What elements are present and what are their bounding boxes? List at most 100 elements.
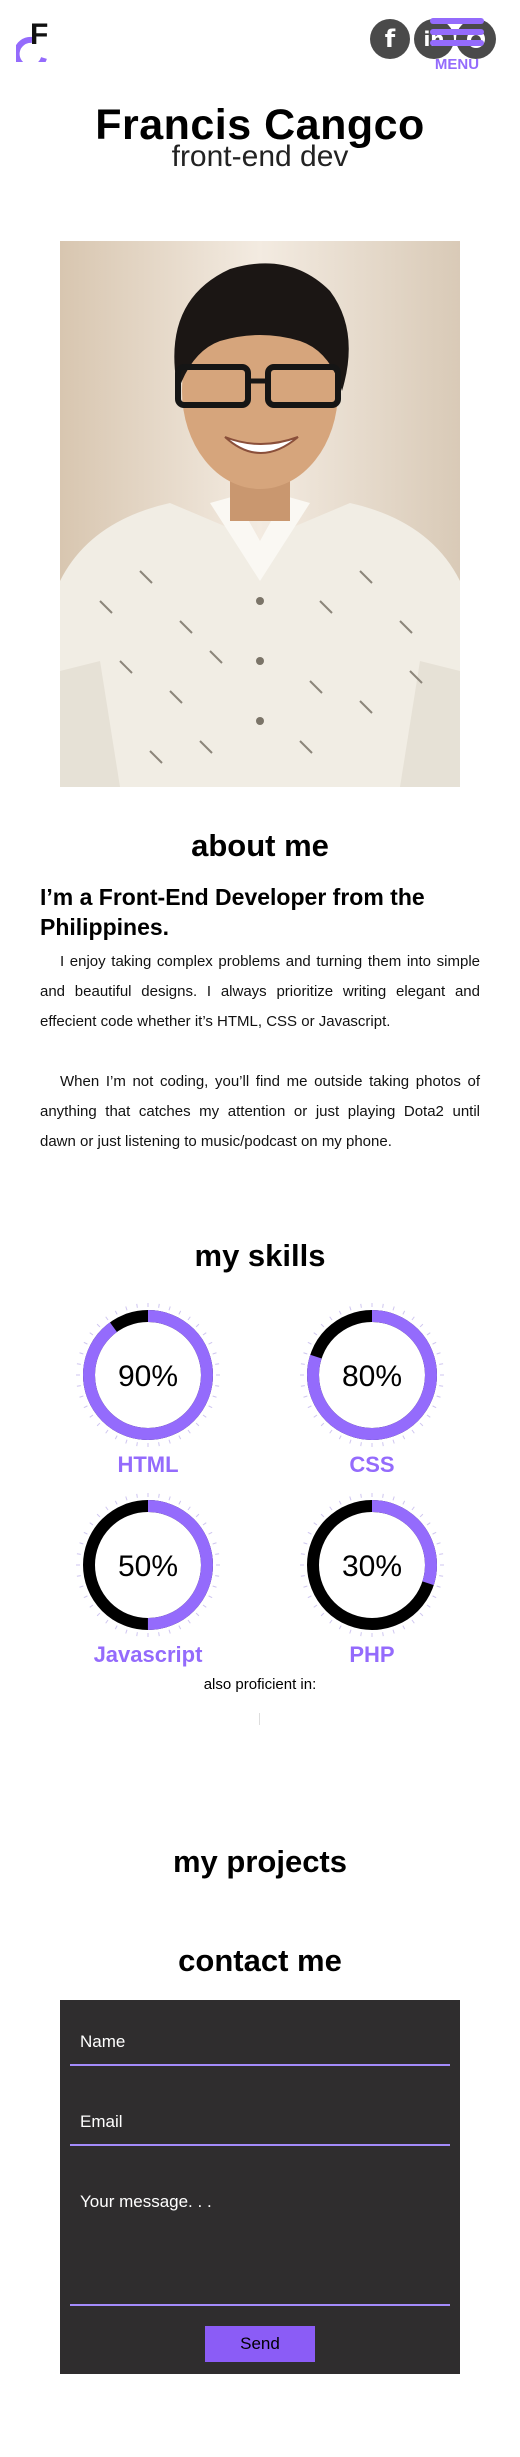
ring-tick (360, 1493, 362, 1498)
ring-tick (329, 1429, 333, 1434)
ring-tick (382, 1303, 384, 1308)
ring-tick (360, 1442, 362, 1447)
fc-logo-icon[interactable]: F (13, 18, 56, 71)
skill-percent: 80% (342, 1360, 402, 1393)
ring-tick (349, 1306, 352, 1311)
ring-tick (136, 1442, 138, 1447)
ring-tick (208, 1531, 213, 1535)
ring-tick (76, 1553, 81, 1555)
facebook-icon[interactable]: f (370, 19, 410, 59)
menu-button[interactable]: MENU (424, 16, 490, 73)
name-field[interactable]: Name (70, 2032, 450, 2066)
ring-tick (168, 1629, 171, 1634)
ring-tick (114, 1435, 118, 1440)
ring-tick (212, 1352, 217, 1355)
ring-tick (300, 1363, 305, 1365)
about-heading: I’m a Front-End Developer from the Phili… (40, 884, 425, 940)
ring-tick (125, 1496, 128, 1501)
ring-tick (187, 1506, 191, 1511)
ring-tick (382, 1632, 384, 1637)
ring-tick (195, 1513, 200, 1518)
ring-tick (426, 1522, 431, 1526)
menu-bar-middle (430, 29, 484, 35)
ring-tick (392, 1496, 395, 1501)
ring-tick (212, 1585, 217, 1588)
ring-tick (96, 1323, 101, 1328)
email-field[interactable]: Email (70, 2112, 450, 2146)
skill-label: CSS (349, 1452, 395, 1477)
ring-tick (187, 1619, 191, 1624)
ring-tick (202, 1414, 207, 1418)
menu-bar-bottom (430, 40, 484, 46)
ring-tick (402, 1310, 406, 1315)
skill-javascript: 50% Javascript (73, 1490, 223, 1668)
ring-tick (303, 1352, 308, 1355)
ring-tick (136, 1493, 138, 1498)
ring-tick (439, 1553, 444, 1555)
ring-tick (426, 1604, 431, 1608)
ring-tick (329, 1619, 333, 1624)
ring-tick (307, 1595, 312, 1599)
ring-tick (187, 1316, 191, 1321)
ring-tick (432, 1341, 437, 1345)
ring-tick (105, 1316, 109, 1321)
message-field[interactable]: Your message. . . (70, 2192, 450, 2306)
ring-tick (436, 1352, 441, 1355)
ring-tick (320, 1513, 325, 1518)
ring-tick (195, 1422, 200, 1427)
ring-tick (136, 1303, 138, 1308)
ring-tick (419, 1422, 424, 1427)
ring-tick (307, 1531, 312, 1535)
ring-tick (114, 1500, 118, 1505)
svg-text:F: F (30, 18, 48, 51)
ring-tick (436, 1395, 441, 1398)
ring-tick (83, 1405, 88, 1409)
ring-tick (215, 1553, 220, 1555)
menu-label: MENU (434, 56, 480, 73)
skill-percent: 30% (342, 1550, 402, 1583)
ring-tick (349, 1629, 352, 1634)
ring-tick (158, 1632, 160, 1637)
ring-tick (349, 1439, 352, 1444)
ring-tick (392, 1439, 395, 1444)
ring-tick (436, 1542, 441, 1545)
ring-tick (360, 1632, 362, 1637)
ring-tick (303, 1585, 308, 1588)
ring-tick (329, 1316, 333, 1321)
skill-label: PHP (349, 1642, 395, 1667)
skill-css: 80% CSS (297, 1300, 447, 1478)
skill-percent: 50% (118, 1550, 178, 1583)
ring-tick (158, 1493, 160, 1498)
ring-tick (212, 1542, 217, 1545)
ring-tick (178, 1500, 182, 1505)
contact-title: contact me (178, 1943, 342, 1978)
ring-tick (436, 1585, 441, 1588)
skill-php: 30% PHP (297, 1490, 447, 1668)
about-paragraph: When I’m not coding, you’ll find me outs… (40, 1073, 480, 1150)
skill-ring: 90% (76, 1303, 220, 1447)
ring-tick (411, 1619, 415, 1624)
ring-tick (338, 1625, 342, 1630)
ring-tick (300, 1575, 305, 1577)
skill-label: Javascript (93, 1642, 203, 1667)
ring-tick (426, 1414, 431, 1418)
ring-tick (215, 1363, 220, 1365)
ring-tick (320, 1422, 325, 1427)
projects-title: my projects (172, 1844, 347, 1879)
ring-tick (125, 1306, 128, 1311)
ring-tick (195, 1612, 200, 1617)
ring-tick (125, 1439, 128, 1444)
ring-tick (338, 1435, 342, 1440)
ring-tick (419, 1612, 424, 1617)
ring-tick (96, 1612, 101, 1617)
ring-tick (307, 1405, 312, 1409)
ring-tick (392, 1629, 395, 1634)
about-paragraph: I enjoy taking complex problems and turn… (40, 953, 480, 1030)
send-button[interactable]: Send (205, 2326, 315, 2362)
ring-tick (178, 1310, 182, 1315)
ring-tick (114, 1625, 118, 1630)
ring-tick (202, 1332, 207, 1336)
ring-tick (360, 1303, 362, 1308)
skill-html: 90% HTML (73, 1300, 223, 1478)
ring-tick (158, 1303, 160, 1308)
